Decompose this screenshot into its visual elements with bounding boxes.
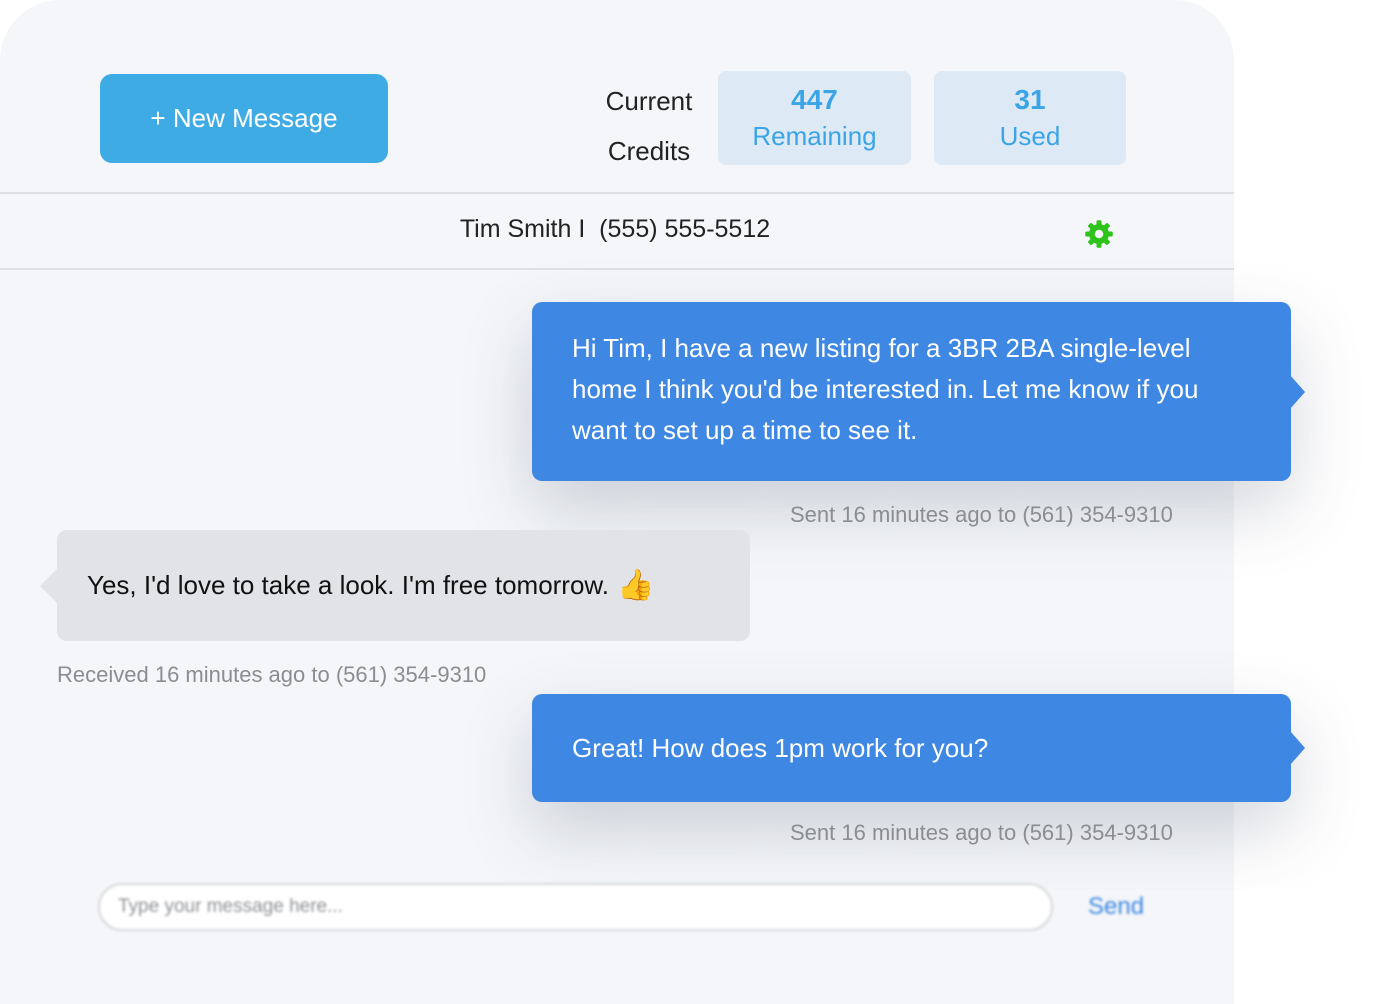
- send-button[interactable]: Send: [1082, 887, 1150, 927]
- message-meta: Received 16 minutes ago to (561) 354-931…: [57, 662, 487, 687]
- message-meta: Sent 16 minutes ago to (561) 354-9310: [790, 820, 1173, 845]
- remaining-credits-box: 447 Remaining: [718, 71, 911, 165]
- messaging-panel: + New Message Current Credits 447 Remain…: [0, 0, 1305, 1004]
- current-credits-label: Current Credits: [590, 76, 708, 176]
- thumbs-up-icon: 👍: [617, 569, 655, 602]
- message-composer: Send: [92, 877, 1172, 937]
- header-divider: [0, 192, 1234, 194]
- used-credits-box: 31 Used: [934, 71, 1126, 165]
- remaining-credits-value: 447: [791, 84, 838, 115]
- outgoing-message-bubble: Great! How does 1pm work for you?: [532, 694, 1305, 802]
- message-input[interactable]: [98, 883, 1053, 931]
- contact-name-phone: Tim Smith I (555) 555-5512: [459, 215, 771, 243]
- contact-divider: [0, 268, 1234, 270]
- credits-label-line1: Current: [605, 86, 693, 116]
- used-credits-value: 31: [1014, 84, 1046, 115]
- remaining-credits-label: Remaining: [752, 121, 877, 151]
- used-credits-label: Used: [999, 121, 1061, 151]
- message-meta: Sent 16 minutes ago to (561) 354-9310: [790, 502, 1173, 527]
- message-text: Yes, I'd love to take a look. I'm free t…: [87, 570, 609, 600]
- gear-icon[interactable]: [1084, 219, 1114, 249]
- new-message-button[interactable]: + New Message: [100, 74, 388, 163]
- incoming-message-bubble: Yes, I'd love to take a look. I'm free t…: [40, 530, 750, 641]
- message-text: Hi Tim, I have a new listing for a 3BR 2…: [572, 333, 1199, 445]
- credits-label-line2: Credits: [607, 136, 691, 166]
- message-text: Great! How does 1pm work for you?: [572, 732, 989, 763]
- outgoing-message-bubble: Hi Tim, I have a new listing for a 3BR 2…: [532, 302, 1305, 481]
